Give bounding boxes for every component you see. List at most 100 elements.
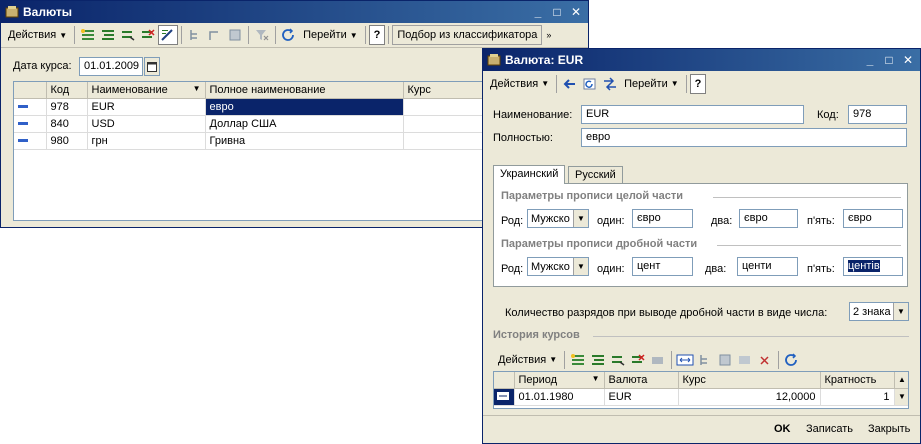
delete-row-icon[interactable]: [628, 350, 648, 370]
rate-date-field[interactable]: 01.01.2009: [79, 57, 143, 76]
int-two-label: два:: [711, 215, 733, 227]
edit-row-icon[interactable]: [608, 350, 628, 370]
cell-code[interactable]: 980: [46, 132, 88, 150]
column-header-multiplicity[interactable]: Кратность: [820, 372, 895, 389]
goto-menu-button[interactable]: Перейти ▼: [620, 74, 683, 94]
hierarchy-icon[interactable]: [695, 350, 715, 370]
close-icon[interactable]: ✕: [568, 5, 584, 19]
name-field[interactable]: EUR: [581, 105, 804, 124]
code-field[interactable]: 978: [848, 105, 907, 124]
cell-name[interactable]: EUR: [87, 98, 206, 116]
maximize-icon[interactable]: □: [549, 5, 565, 19]
refresh-icon[interactable]: [580, 74, 600, 94]
save-button[interactable]: Записать: [806, 423, 853, 435]
column-header-currency[interactable]: Валюта: [604, 372, 679, 389]
copy-row-icon[interactable]: [118, 25, 138, 45]
clear-filter-icon[interactable]: [252, 25, 272, 45]
refresh-icon[interactable]: [279, 25, 299, 45]
cell-period[interactable]: 01.01.1980: [514, 388, 605, 406]
ok-button[interactable]: OK: [774, 423, 791, 435]
cell-name[interactable]: USD: [87, 115, 206, 133]
tab-russian[interactable]: Русский: [568, 166, 623, 184]
cell-rate[interactable]: 12,0000: [678, 388, 821, 406]
int-five-value: євро: [848, 212, 872, 224]
table-row[interactable]: 01.01.1980 EUR 12,0000 1 ▼: [494, 388, 908, 406]
column-header-marker[interactable]: [494, 372, 515, 389]
column-header-rate[interactable]: Курс: [678, 372, 821, 389]
cell-code[interactable]: 978: [46, 98, 88, 116]
int-one-field[interactable]: євро: [632, 209, 693, 228]
close-icon[interactable]: ✕: [900, 53, 916, 67]
list-view-icon[interactable]: [715, 350, 735, 370]
column-header-period[interactable]: Период ▼: [514, 372, 605, 389]
scrollbar-down-icon[interactable]: ▼: [894, 388, 908, 406]
cell-full-name[interactable]: Гривна: [205, 132, 404, 150]
cell-full-name[interactable]: Доллар США: [205, 115, 404, 133]
chevron-down-icon[interactable]: ▼: [893, 303, 908, 320]
currencies-titlebar[interactable]: Валюты _ □ ✕: [1, 1, 588, 23]
copy-row-icon[interactable]: [588, 350, 608, 370]
cell-name[interactable]: грн: [87, 132, 206, 150]
add-row-icon[interactable]: [78, 25, 98, 45]
tab-ukrainian[interactable]: Украинский: [493, 165, 566, 184]
rate-history-table: Период ▼ Валюта Курс Кратность ▲ 01.01.19…: [493, 371, 909, 409]
actions-menu-button[interactable]: Действия ▼: [486, 74, 553, 94]
add-row-icon[interactable]: [568, 350, 588, 370]
row-marker-icon: [14, 132, 47, 150]
filter-icon[interactable]: [735, 350, 755, 370]
close-button[interactable]: Закрыть: [868, 423, 910, 435]
column-header-full-name[interactable]: Полное наименование: [205, 82, 404, 99]
column-header-period-label: Период: [518, 373, 558, 386]
toolbar-separator: [388, 26, 390, 44]
frac-one-field[interactable]: цент: [632, 257, 693, 276]
list-view-icon[interactable]: [225, 25, 245, 45]
minimize-icon[interactable]: _: [530, 5, 546, 19]
int-gender-select[interactable]: Мужско ▼: [527, 209, 589, 228]
history-actions-menu-button[interactable]: Действия ▼: [494, 350, 561, 370]
chevron-down-icon[interactable]: ▼: [573, 210, 588, 227]
digits-select[interactable]: 2 знака ▼: [849, 302, 909, 321]
frac-five-field[interactable]: центів: [843, 257, 903, 276]
frac-gender-select[interactable]: Мужско ▼: [527, 257, 589, 276]
int-gender-label: Род:: [501, 215, 524, 227]
help-button[interactable]: ?: [689, 73, 707, 94]
fit-width-icon[interactable]: [675, 350, 695, 370]
add-group-icon[interactable]: [98, 25, 118, 45]
toolbar-separator: [248, 26, 250, 44]
end-edit-icon[interactable]: [648, 350, 668, 370]
toolbar-separator: [275, 26, 277, 44]
hierarchy-icon[interactable]: [185, 25, 205, 45]
int-two-field[interactable]: євро: [739, 209, 798, 228]
move-up-icon[interactable]: [205, 25, 225, 45]
currency-edit-titlebar[interactable]: Валюта: EUR _ □ ✕: [483, 49, 920, 71]
clear-filter-icon[interactable]: [755, 350, 775, 370]
column-header-code[interactable]: Код: [46, 82, 88, 99]
calendar-icon[interactable]: [144, 57, 160, 76]
actions-menu-button[interactable]: Действия ▼: [4, 25, 71, 45]
refresh-icon[interactable]: [782, 350, 802, 370]
minimize-icon[interactable]: _: [862, 53, 878, 67]
chevron-down-icon: ▼: [59, 30, 68, 40]
int-five-field[interactable]: євро: [843, 209, 903, 228]
cell-currency[interactable]: EUR: [604, 388, 679, 406]
help-button[interactable]: ?: [368, 25, 386, 45]
cell-multiplicity[interactable]: 1: [820, 388, 895, 406]
full-name-field[interactable]: евро: [581, 128, 907, 147]
cell-code[interactable]: 840: [46, 115, 88, 133]
toolbar-separator: [74, 26, 76, 44]
back-arrow-icon[interactable]: [560, 74, 580, 94]
toolbar-overflow-icon[interactable]: »: [542, 25, 555, 45]
column-header-marker[interactable]: [14, 82, 47, 99]
maximize-icon[interactable]: □: [881, 53, 897, 67]
edit-row-icon[interactable]: [158, 25, 179, 45]
goto-menu-button[interactable]: Перейти ▼: [299, 25, 362, 45]
swap-icon[interactable]: [600, 74, 620, 94]
chevron-down-icon[interactable]: ▼: [573, 258, 588, 275]
frac-two-field[interactable]: центи: [737, 257, 798, 276]
history-title: История курсов: [493, 329, 580, 341]
column-header-name[interactable]: Наименование ▼: [87, 82, 206, 99]
scrollbar-up-icon[interactable]: ▲: [894, 372, 908, 389]
cell-full-name[interactable]: евро: [205, 98, 404, 116]
delete-row-icon[interactable]: [138, 25, 158, 45]
pick-from-classifier-button[interactable]: Подбор из классификатора: [392, 25, 543, 45]
